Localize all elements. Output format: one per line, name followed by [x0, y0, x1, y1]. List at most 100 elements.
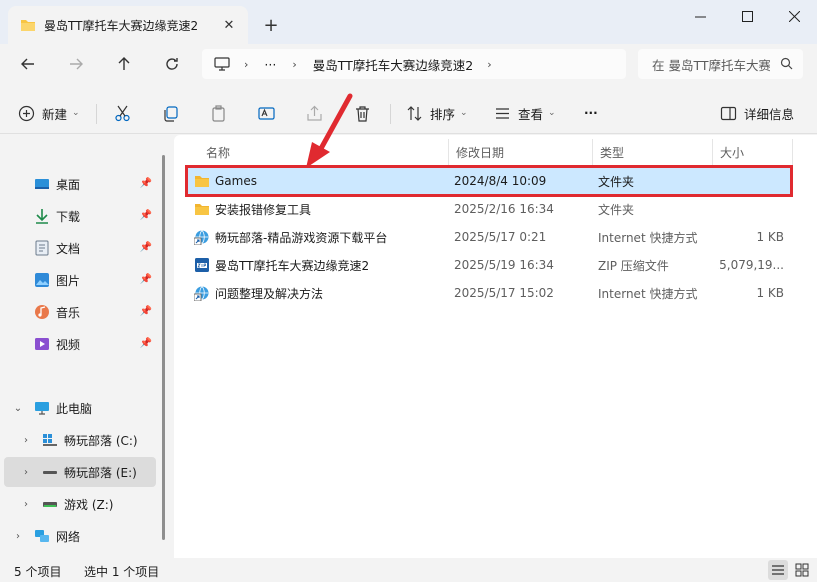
pin-icon[interactable]: 📌	[140, 177, 152, 189]
address-bar[interactable]: › ··· › 曼岛TT摩托车大赛边缘竞速2 ›	[202, 49, 626, 79]
column-divider[interactable]	[792, 139, 793, 165]
pin-icon[interactable]: 📌	[140, 241, 152, 253]
sidebar-item-label: 畅玩部落 (C:)	[64, 433, 138, 448]
file-type: ZIP 压缩文件	[598, 258, 669, 273]
breadcrumb-current-folder[interactable]: 曼岛TT摩托车大赛边缘竞速2	[313, 55, 474, 74]
pin-icon[interactable]: 📌	[140, 209, 152, 221]
paste-button[interactable]	[210, 98, 227, 128]
search-input[interactable]: 在 曼岛TT摩托车大赛边缘竞速2 中搜索	[652, 55, 770, 74]
network-drive-icon	[42, 496, 58, 512]
rename-button[interactable]	[258, 98, 275, 128]
sort-label: 排序	[430, 106, 456, 122]
close-tab-button[interactable]: ✕	[220, 16, 238, 34]
network-icon	[34, 528, 50, 544]
file-size	[718, 196, 784, 222]
plus-circle-icon	[18, 105, 35, 121]
sidebar-item-pictures[interactable]: 图片 📌	[4, 265, 156, 295]
maximize-button[interactable]	[724, 0, 770, 32]
breadcrumb-more[interactable]: ···	[264, 57, 276, 72]
internet-shortcut-icon	[194, 285, 210, 301]
breadcrumb-chevron-icon[interactable]: ›	[244, 58, 248, 71]
pin-icon[interactable]: 📌	[140, 305, 152, 317]
breadcrumb-chevron-icon[interactable]: ›	[292, 58, 296, 71]
details-label: 详细信息	[744, 106, 795, 122]
folder-icon	[194, 173, 210, 189]
chevron-right-icon[interactable]: ›	[20, 466, 32, 478]
navigation-pane: 桌面 📌 下载 📌 文档 📌 图片 📌 音乐 📌 视频 📌 ⌄ 此电脑 › 畅玩…	[0, 135, 168, 558]
windows-drive-icon	[42, 432, 58, 448]
video-icon	[34, 336, 50, 352]
copy-button[interactable]	[162, 98, 179, 128]
details-pane-button[interactable]: 详细信息	[720, 98, 794, 128]
file-list: 名称 修改日期 类型 大小 Games 2024/8/4 10:09 文件夹 安…	[174, 135, 817, 558]
column-header-type[interactable]: 类型	[592, 141, 712, 163]
document-icon	[34, 240, 50, 256]
chevron-right-icon[interactable]: ›	[12, 530, 24, 542]
chevron-right-icon[interactable]: ›	[20, 498, 32, 510]
minimize-button[interactable]	[677, 0, 723, 32]
command-bar: 新建 ⌄ 排序 ⌄ 查看 ⌄ ··· 详细信息	[0, 92, 817, 134]
view-list-icon	[496, 107, 509, 119]
file-type: 文件夹	[598, 174, 635, 189]
new-button[interactable]: 新建 ⌄	[18, 98, 80, 128]
new-tab-button[interactable]: +	[258, 12, 284, 38]
view-button[interactable]: 查看 ⌄	[494, 98, 556, 128]
close-icon	[788, 10, 800, 22]
pin-icon[interactable]: 📌	[140, 273, 152, 285]
sidebar-item-desktop[interactable]: 桌面 📌	[4, 169, 156, 199]
sidebar-item-network[interactable]: › 网络	[4, 521, 156, 551]
file-row[interactable]: 畅玩部落-精品游戏资源下载平台 2025/5/17 0:21 Internet …	[188, 224, 790, 250]
close-window-button[interactable]	[771, 0, 817, 32]
file-size: 1 KB	[756, 230, 784, 244]
sidebar-item-downloads[interactable]: 下载 📌	[4, 201, 156, 231]
chevron-down-icon[interactable]: ⌄	[12, 402, 24, 414]
file-row[interactable]: 曼岛TT摩托车大赛边缘竞速2 2025/5/19 16:34 ZIP 压缩文件 …	[188, 252, 790, 278]
forward-button[interactable]	[62, 52, 90, 76]
breadcrumb-chevron-icon[interactable]: ›	[487, 58, 491, 71]
sidebar-item-documents[interactable]: 文档 📌	[4, 233, 156, 263]
new-label: 新建	[42, 106, 68, 122]
file-row[interactable]: 问题整理及解决方法 2025/5/17 15:02 Internet 快捷方式 …	[188, 280, 790, 306]
sidebar-item-label: 文档	[56, 241, 81, 256]
file-modified: 2025/5/19 16:34	[454, 258, 554, 272]
file-row[interactable]: 安装报错修复工具 2025/2/16 16:34 文件夹	[188, 196, 790, 222]
file-size: 1 KB	[756, 286, 784, 300]
sidebar-item-videos[interactable]: 视频 📌	[4, 329, 156, 359]
sidebar-item-drive-e[interactable]: › 畅玩部落 (E:)	[4, 457, 156, 487]
sidebar-item-label: 此电脑	[56, 401, 93, 416]
arrow-right-icon	[70, 58, 83, 70]
sidebar-item-label: 下载	[56, 209, 81, 224]
refresh-button[interactable]	[158, 52, 186, 76]
more-options-button[interactable]: ···	[584, 98, 598, 128]
file-name: 曼岛TT摩托车大赛边缘竞速2	[215, 258, 370, 273]
download-icon	[34, 208, 50, 224]
search-box[interactable]: 在 曼岛TT摩托车大赛边缘竞速2 中搜索	[638, 49, 803, 79]
sidebar-item-drive-c[interactable]: › 畅玩部落 (C:)	[4, 425, 156, 455]
rename-icon	[258, 106, 275, 120]
up-button[interactable]	[110, 52, 138, 76]
column-header-modified[interactable]: 修改日期	[448, 141, 592, 163]
desktop-icon	[34, 176, 50, 192]
file-size: 15,079,19...	[718, 258, 784, 272]
tab-current-folder[interactable]: 曼岛TT摩托车大赛边缘竞速2 ✕	[8, 6, 248, 44]
chevron-right-icon[interactable]: ›	[20, 434, 32, 446]
cut-button[interactable]	[114, 98, 131, 128]
pin-icon[interactable]: 📌	[140, 337, 152, 349]
pictures-icon	[34, 272, 50, 288]
sidebar-item-drive-z[interactable]: › 游戏 (Z:)	[4, 489, 156, 519]
sidebar-scrollbar[interactable]	[162, 155, 165, 540]
selection-count: 选中 1 个项目	[84, 565, 160, 579]
file-row-games[interactable]: Games 2024/8/4 10:09 文件夹	[185, 165, 793, 197]
tiles-view-button[interactable]	[792, 560, 812, 580]
sidebar-item-this-pc[interactable]: ⌄ 此电脑	[4, 393, 156, 423]
file-modified: 2024/8/4 10:09	[454, 174, 547, 188]
sidebar-item-label: 图片	[56, 273, 81, 288]
divider	[96, 104, 97, 124]
details-view-button[interactable]	[768, 560, 788, 580]
chevron-down-icon: ⌄	[72, 108, 80, 118]
sidebar-item-music[interactable]: 音乐 📌	[4, 297, 156, 327]
file-size	[718, 168, 784, 194]
back-button[interactable]	[14, 52, 42, 76]
column-header-size[interactable]: 大小	[712, 141, 792, 163]
sort-button[interactable]: 排序 ⌄	[406, 98, 468, 128]
